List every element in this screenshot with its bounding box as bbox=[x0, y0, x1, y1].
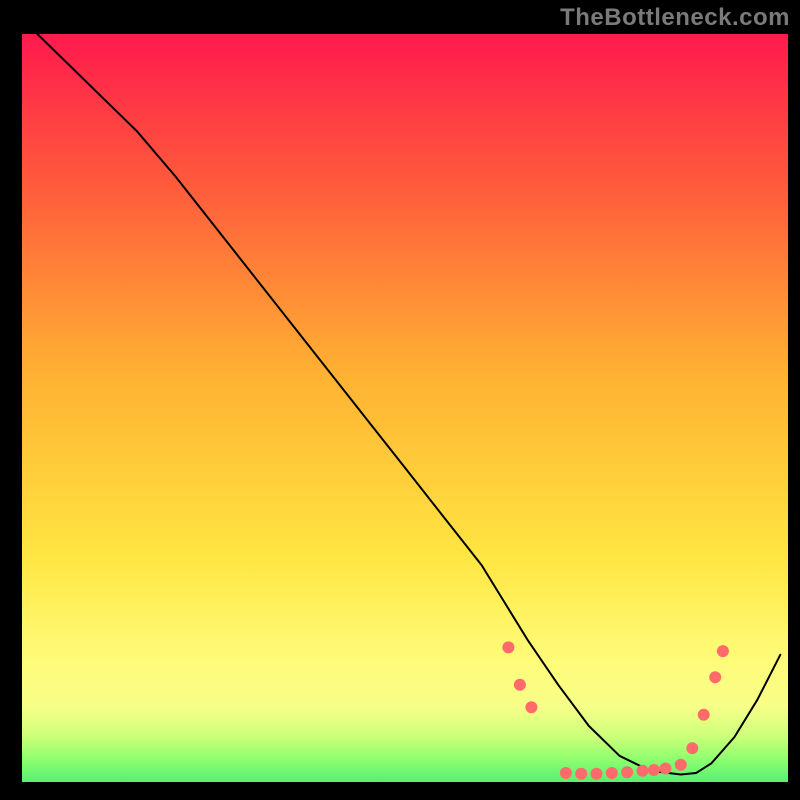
chart-svg bbox=[0, 0, 800, 800]
marker-dot bbox=[659, 763, 671, 775]
marker-dot bbox=[606, 767, 618, 779]
marker-dot bbox=[717, 645, 729, 657]
marker-dot bbox=[698, 709, 710, 721]
marker-dot bbox=[621, 766, 633, 778]
marker-dot bbox=[686, 742, 698, 754]
marker-dot bbox=[637, 765, 649, 777]
marker-dot bbox=[514, 679, 526, 691]
marker-dot bbox=[648, 764, 660, 776]
marker-dot bbox=[575, 768, 587, 780]
marker-dot bbox=[591, 768, 603, 780]
marker-dot bbox=[709, 671, 721, 683]
marker-dot bbox=[525, 701, 537, 713]
marker-dot bbox=[560, 767, 572, 779]
marker-dot bbox=[675, 759, 687, 771]
highlight-band bbox=[22, 573, 788, 782]
plot-area bbox=[22, 34, 788, 782]
marker-dot bbox=[502, 641, 514, 653]
watermark-label: TheBottleneck.com bbox=[560, 4, 790, 32]
chart-container: TheBottleneck.com bbox=[0, 0, 800, 800]
